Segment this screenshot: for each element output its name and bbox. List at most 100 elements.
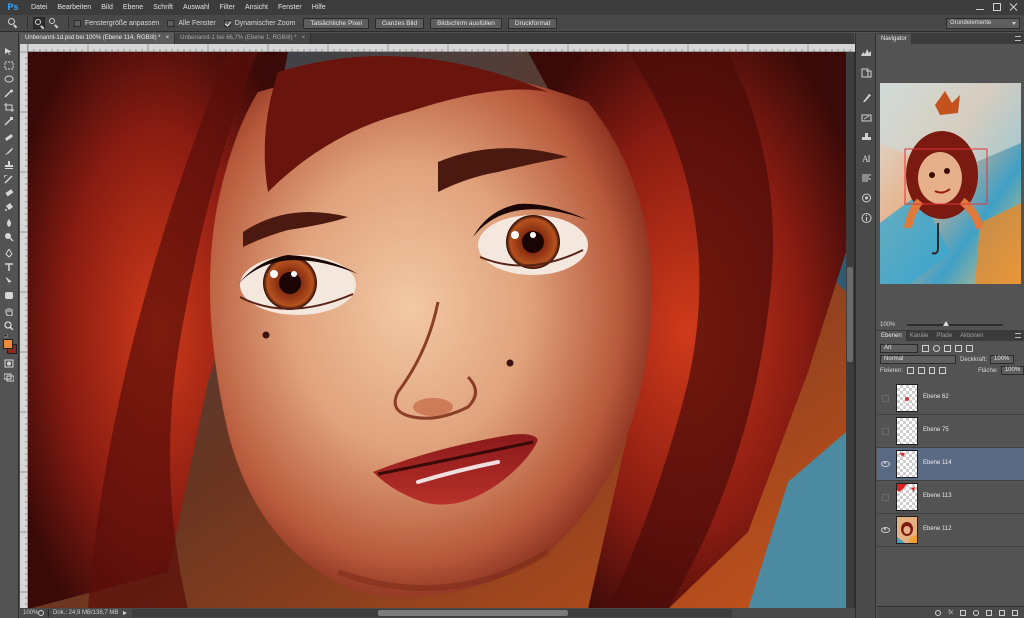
close-tab-icon[interactable]: ×	[166, 35, 170, 41]
menu-ebene[interactable]: Ebene	[118, 0, 148, 15]
quick-mask-icon[interactable]	[4, 359, 14, 368]
fit-window-checkbox[interactable]: Fenstergröße anpassen	[74, 19, 159, 27]
character-icon[interactable]: A	[861, 153, 872, 164]
fit-screen-button[interactable]: Ganzes Bild	[375, 17, 425, 29]
filter-smart-object-icon[interactable]	[966, 345, 973, 352]
slider-knob-icon[interactable]	[943, 321, 950, 326]
layer-row[interactable]: Ebene 112	[877, 514, 1024, 547]
scrollbar-thumb[interactable]	[847, 267, 853, 362]
workspace-select[interactable]: Grundelemente	[946, 18, 1020, 29]
lock-position-icon[interactable]	[928, 367, 936, 374]
eyedropper-tool-icon[interactable]	[4, 117, 14, 126]
filter-kind-select[interactable]: Art	[880, 344, 918, 353]
marquee-tool-icon[interactable]	[4, 61, 14, 70]
path-selection-tool-icon[interactable]	[4, 277, 14, 286]
hand-tool-icon[interactable]	[4, 307, 14, 316]
histogram-icon[interactable]	[861, 47, 872, 57]
type-tool-icon[interactable]	[4, 263, 14, 272]
adjustment-layer-icon[interactable]	[973, 609, 979, 616]
visibility-eye-icon[interactable]	[881, 526, 890, 534]
lock-pixels-icon[interactable]	[917, 367, 925, 374]
panel-menu-icon[interactable]	[1015, 333, 1021, 338]
screen-mode-icon[interactable]	[4, 373, 14, 382]
all-windows-checkbox[interactable]: Alle Fenster	[167, 19, 216, 27]
layer-row-selected[interactable]: Ebene 114	[877, 448, 1024, 481]
visibility-off-icon[interactable]	[881, 394, 889, 402]
status-zoom[interactable]: 100%	[20, 610, 38, 616]
filter-pixel-icon[interactable]	[922, 345, 929, 352]
actual-pixels-button[interactable]: Tatsächliche Pixel	[303, 17, 370, 29]
scrollbar-thumb[interactable]	[378, 610, 568, 616]
blend-mode-select[interactable]: Normal	[880, 355, 956, 364]
add-mask-icon[interactable]	[960, 609, 966, 616]
dynamic-zoom-checkbox[interactable]: Dynamischer Zoom	[223, 19, 295, 27]
info-icon[interactable]	[861, 213, 872, 223]
paint-bucket-tool-icon[interactable]	[4, 203, 14, 212]
fill-screen-button[interactable]: Bildschirm ausfüllen	[430, 17, 502, 29]
menu-ansicht[interactable]: Ansicht	[240, 0, 273, 15]
lock-all-icon[interactable]	[939, 367, 947, 374]
brush-tool-icon[interactable]	[4, 147, 14, 156]
rectangle-tool-icon[interactable]	[4, 291, 14, 300]
canvas-artwork[interactable]	[28, 52, 846, 609]
eraser-tool-icon[interactable]	[4, 189, 14, 198]
clone-source-icon[interactable]	[861, 133, 872, 143]
menu-auswahl[interactable]: Auswahl	[178, 0, 214, 15]
menu-datei[interactable]: Datei	[26, 0, 52, 15]
layer-name[interactable]: Ebene 62	[923, 394, 949, 400]
navigator-preview[interactable]	[880, 83, 1021, 284]
brush-panel-icon[interactable]	[861, 93, 872, 103]
delete-layer-icon[interactable]	[1012, 609, 1018, 616]
new-layer-icon[interactable]	[999, 609, 1005, 616]
fill-field[interactable]: 100%	[1000, 366, 1024, 375]
layer-row[interactable]: Ebene 62	[877, 382, 1024, 415]
tool-presets-icon[interactable]	[861, 193, 872, 203]
crop-tool-icon[interactable]	[4, 103, 14, 112]
layer-style-icon[interactable]: fx	[948, 610, 953, 616]
dodge-tool-icon[interactable]	[4, 233, 14, 242]
lock-transparency-icon[interactable]	[907, 367, 914, 374]
lasso-tool-icon[interactable]	[4, 75, 14, 84]
tab-document-1[interactable]: Unbenannt-1d.psd bei 100% (Ebene 114, RG…	[20, 33, 176, 44]
layer-row[interactable]: Ebene 75	[877, 415, 1024, 448]
blur-tool-icon[interactable]	[4, 219, 14, 228]
close-icon[interactable]	[1010, 3, 1018, 11]
layer-name[interactable]: Ebene 114	[923, 460, 952, 466]
opacity-field[interactable]: 100%	[990, 355, 1015, 364]
brush-presets-icon[interactable]	[861, 113, 872, 123]
navigator-zoom-value[interactable]: 100%	[880, 322, 895, 328]
filter-shape-icon[interactable]	[955, 345, 962, 352]
tab-kanaele[interactable]: Kanäle	[906, 331, 933, 341]
layer-name[interactable]: Ebene 75	[923, 427, 949, 433]
zoom-out-icon[interactable]	[48, 17, 60, 29]
vertical-scrollbar[interactable]	[846, 52, 854, 608]
menu-schrift[interactable]: Schrift	[148, 0, 178, 15]
tab-document-2[interactable]: Unbenannt-1 bei 66,7% (Ebene 1, RGB/8) *…	[175, 33, 312, 44]
default-colors-icon[interactable]	[4, 334, 10, 338]
menu-fenster[interactable]: Fenster	[273, 0, 307, 15]
zoom-tool-icon[interactable]	[4, 321, 14, 330]
visibility-off-icon[interactable]	[881, 427, 889, 435]
minimize-icon[interactable]	[976, 3, 984, 11]
move-tool-icon[interactable]	[4, 47, 14, 56]
horizontal-scrollbar[interactable]	[132, 609, 732, 617]
paragraph-icon[interactable]	[861, 173, 872, 183]
visibility-off-icon[interactable]	[881, 493, 889, 501]
layer-name[interactable]: Ebene 112	[923, 526, 952, 532]
tab-navigator[interactable]: Navigator	[877, 34, 911, 44]
new-group-icon[interactable]	[986, 609, 992, 616]
checkbox-checked-icon[interactable]	[223, 19, 231, 27]
zoom-tool-preset-icon[interactable]	[6, 17, 22, 30]
menu-bild[interactable]: Bild	[96, 0, 118, 15]
healing-brush-tool-icon[interactable]	[4, 133, 14, 142]
foreground-color-swatch[interactable]	[3, 339, 13, 349]
maximize-icon[interactable]	[993, 3, 1001, 11]
filter-type-icon[interactable]	[944, 345, 951, 352]
zoom-in-icon[interactable]	[33, 17, 45, 29]
menu-hilfe[interactable]: Hilfe	[307, 0, 331, 15]
layer-name[interactable]: Ebene 113	[923, 493, 952, 499]
link-layers-icon[interactable]	[935, 609, 942, 616]
tab-aktionen[interactable]: Aktionen	[956, 331, 987, 341]
menu-bearbeiten[interactable]: Bearbeiten	[52, 0, 96, 15]
checkbox-icon[interactable]	[167, 19, 175, 27]
